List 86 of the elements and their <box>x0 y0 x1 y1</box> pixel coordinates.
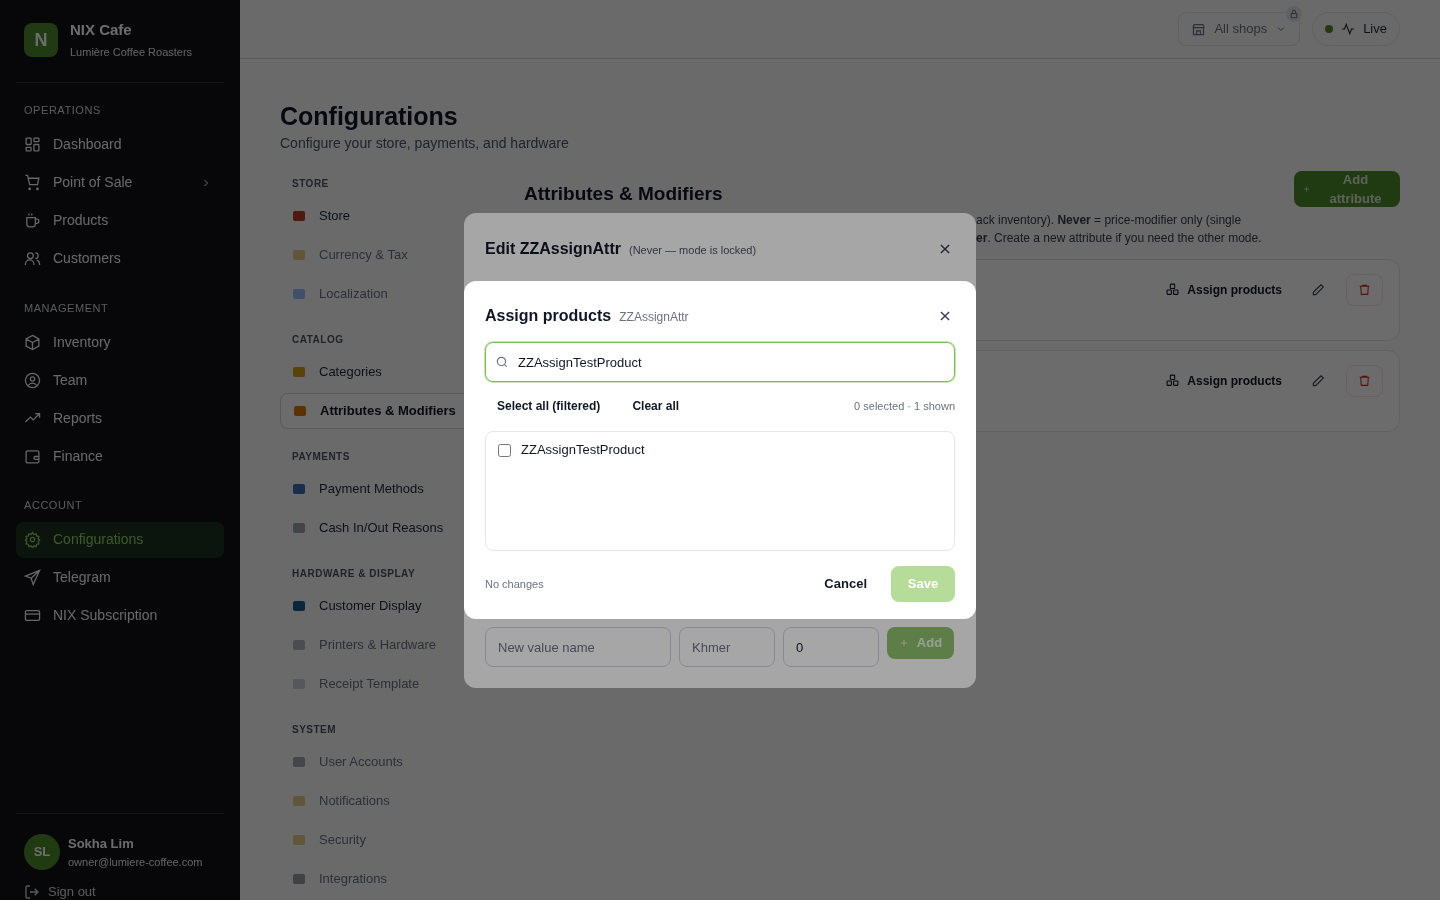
wallet-icon <box>24 447 41 465</box>
close-icon[interactable] <box>938 309 952 323</box>
trash-icon <box>1358 283 1371 296</box>
assign-products-button[interactable]: Assign products <box>1158 364 1290 397</box>
pencil-icon <box>1311 282 1325 297</box>
settings-nav-item[interactable]: Payment Methods <box>280 471 460 507</box>
category-icon <box>292 482 306 496</box>
price-field[interactable]: 0 <box>783 627 879 667</box>
section-label: ACCOUNT <box>23 498 84 513</box>
box-icon <box>24 333 41 351</box>
add-attribute-button[interactable]: Add attribute <box>1294 171 1400 207</box>
cup-icon <box>24 212 41 229</box>
value-name-field[interactable]: New value name <box>485 627 671 667</box>
logo-badge: N <box>24 22 58 57</box>
card-icon <box>24 607 41 624</box>
nav-item[interactable]: Telegram <box>16 559 224 596</box>
search-icon <box>495 355 509 369</box>
description-text: er. Create a new attribute if you need the other mode. <box>976 229 1263 247</box>
group-label: HARDWARE & DISPLAY <box>291 567 417 581</box>
send-icon <box>24 569 41 586</box>
nav-item[interactable]: NIX Subscription <box>16 597 224 634</box>
category-icon <box>292 209 306 223</box>
boxes-icon <box>1166 283 1180 296</box>
selection-counter: 0 selected · 1 shown <box>854 398 955 414</box>
group-label: CATALOG <box>291 333 345 347</box>
gear-icon <box>24 531 41 548</box>
product-label: ZZAssignTestProduct <box>521 441 645 460</box>
category-icon <box>293 404 307 418</box>
nav-item[interactable]: Configurations <box>16 521 224 558</box>
category-icon <box>292 365 306 379</box>
user-circle-icon <box>24 371 41 389</box>
select-all-button[interactable]: Select all (filtered) <box>485 397 613 415</box>
section-label: OPERATIONS <box>23 103 102 118</box>
cancel-button[interactable]: Cancel <box>812 566 879 602</box>
close-icon[interactable] <box>938 242 952 256</box>
brand-name: NIX Cafe <box>70 20 133 40</box>
settings-nav-item[interactable]: Categories <box>280 354 460 390</box>
description-text: ack inventory). Never = price-modifier only (single <box>976 211 1243 229</box>
sign-out-link[interactable]: Sign out <box>16 884 224 900</box>
dialog-subtitle: ZZAssignAttr <box>619 309 689 326</box>
users-icon <box>24 250 41 267</box>
group-label: SYSTEM <box>291 723 338 737</box>
nav-item[interactable]: Products <box>16 202 224 239</box>
product-checkbox[interactable] <box>498 443 511 457</box>
dialog-title: Edit ZZAssignAttr <box>485 239 621 259</box>
khmer-name-field[interactable]: Khmer <box>679 627 775 667</box>
nav-item[interactable]: Customers <box>16 240 224 277</box>
settings-nav-item[interactable]: Store <box>280 198 460 234</box>
dialog-title: Assign products <box>485 306 612 326</box>
section-title: Attributes & Modifiers <box>524 182 723 206</box>
status-text: No changes <box>485 576 544 592</box>
page-subtitle: Configure your store, payments, and hardware <box>280 134 570 153</box>
dialog-note: (Never — mode is locked) <box>629 243 757 258</box>
category-icon <box>292 521 306 535</box>
store-icon <box>1191 21 1207 37</box>
plus-icon <box>1302 184 1311 194</box>
trash-icon <box>1358 374 1371 387</box>
user-name: Sokha Lim <box>68 835 135 853</box>
nav-item[interactable]: Finance <box>16 438 224 474</box>
cart-icon <box>24 174 41 191</box>
settings-nav-item[interactable]: Customer Display <box>280 588 460 624</box>
delete-button[interactable] <box>1346 364 1383 397</box>
boxes-icon <box>1166 374 1180 387</box>
group-label: PAYMENTS <box>291 450 351 464</box>
assign-products-button[interactable]: Assign products <box>1158 273 1290 306</box>
nav-item[interactable]: Dashboard <box>16 126 224 163</box>
category-icon <box>292 599 306 613</box>
clear-all-button[interactable]: Clear all <box>620 397 692 415</box>
user-email: owner@lumiere-coffee.com <box>68 854 203 870</box>
delete-button[interactable] <box>1346 273 1383 306</box>
nav-item[interactable]: Reports <box>16 400 224 436</box>
nav-item[interactable]: Team <box>16 362 224 398</box>
sign-out-icon <box>24 884 40 900</box>
section-label: MANAGEMENT <box>23 300 110 316</box>
grid-icon <box>24 136 41 153</box>
user-avatar: SL <box>24 834 60 870</box>
brand-subtitle: Lumière Coffee Roasters <box>70 44 193 60</box>
nav-item[interactable]: Inventory <box>16 324 224 360</box>
search-field[interactable]: ZZAssignTestProduct <box>485 342 955 382</box>
pencil-icon <box>1311 373 1325 388</box>
nav-item[interactable]: Point of Sale <box>16 164 224 201</box>
group-label: STORE <box>291 177 330 191</box>
plus-icon <box>898 638 909 648</box>
activity-icon <box>1341 22 1356 36</box>
page-title: Configurations <box>280 101 459 131</box>
settings-nav-item[interactable]: Cash In/Out Reasons <box>280 510 460 546</box>
